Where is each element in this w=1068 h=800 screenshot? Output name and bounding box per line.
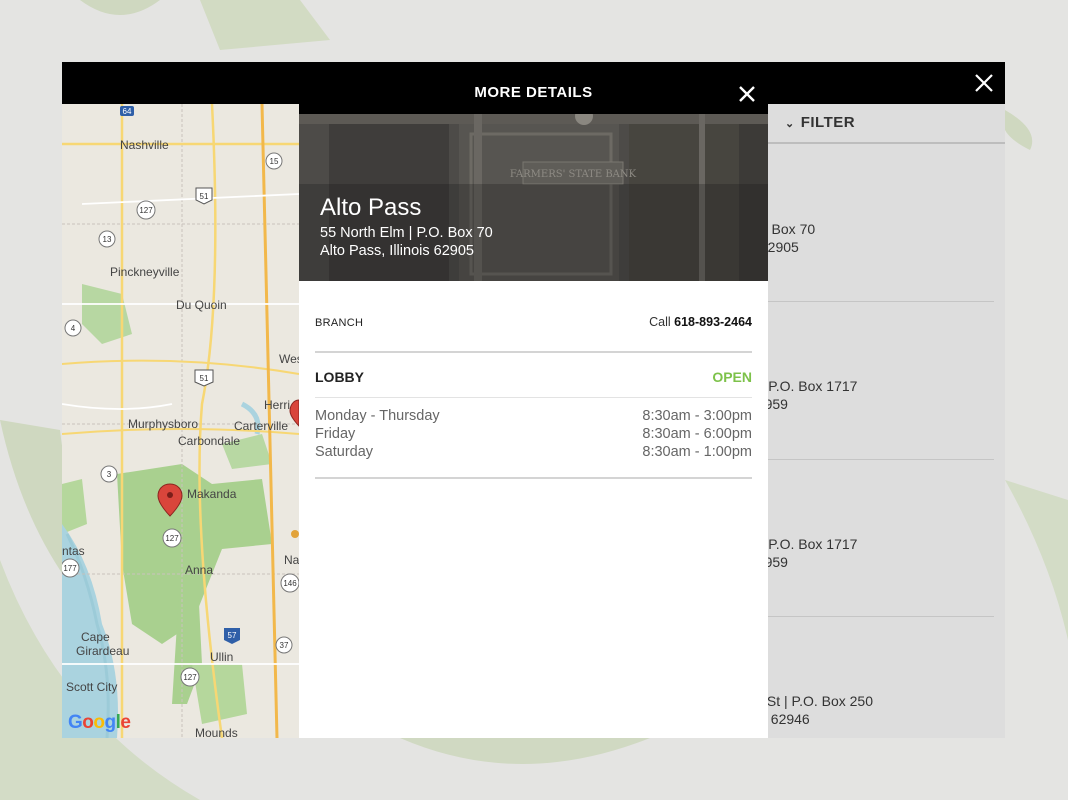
hours-day: Monday - Thursday	[315, 408, 440, 424]
branch-photo: FARMERS' STATE BANK Alto Pass 55 North E…	[299, 114, 768, 281]
svg-text:4: 4	[71, 324, 76, 333]
svg-text:3: 3	[107, 470, 112, 479]
hours-time: 8:30am - 6:00pm	[642, 426, 752, 442]
map-label: Mounds	[195, 726, 238, 738]
branch-address-line2: Alto Pass, Illinois 62905	[320, 243, 474, 259]
svg-text:177: 177	[63, 564, 77, 573]
map-label: ntas	[62, 544, 85, 558]
svg-text:127: 127	[183, 673, 197, 682]
svg-text:51: 51	[200, 192, 209, 201]
svg-text:127: 127	[165, 534, 179, 543]
hours-row: Saturday 8:30am - 1:00pm	[315, 444, 752, 462]
svg-text:146: 146	[283, 579, 297, 588]
hours-day: Saturday	[315, 444, 374, 460]
map-label: Makanda	[187, 487, 237, 501]
hours-day: Friday	[315, 426, 356, 442]
close-icon[interactable]	[736, 83, 758, 105]
map-label: Carterville	[234, 419, 289, 433]
lobby-status-badge: OPEN	[712, 369, 752, 385]
call-link[interactable]: Call 618-893-2464	[649, 315, 752, 329]
map-label: Girardeau	[76, 644, 130, 658]
lobby-label: LOBBY	[315, 369, 364, 385]
hours-time: 8:30am - 3:00pm	[642, 408, 752, 424]
map-label: Pinckneyville	[110, 265, 180, 279]
hours-time: 8:30am - 1:00pm	[642, 444, 752, 460]
svg-text:57: 57	[228, 631, 237, 640]
svg-text:13: 13	[103, 235, 112, 244]
map-label: Murphysboro	[128, 417, 199, 431]
svg-text:15: 15	[270, 157, 279, 166]
svg-text:37: 37	[280, 641, 289, 650]
svg-text:FARMERS' STATE BANK: FARMERS' STATE BANK	[510, 169, 637, 180]
close-icon[interactable]	[973, 72, 995, 94]
svg-text:127: 127	[139, 206, 153, 215]
branch-address-line1: 55 North Elm | P.O. Box 70	[320, 225, 493, 241]
map-label: Wes	[279, 352, 299, 366]
chevron-down-icon: ⌄	[785, 118, 795, 130]
divider	[315, 397, 752, 398]
filter-button[interactable]: ⌄ FILTER	[785, 114, 855, 131]
map-label: Anna	[185, 563, 214, 577]
modal-title: MORE DETAILS	[474, 84, 593, 101]
map-label: Cape	[81, 630, 110, 644]
details-modal: MORE DETAILS FARMERS' STATE BANK Alto Pa…	[299, 62, 768, 738]
hours-row: Monday - Thursday 8:30am - 3:00pm	[315, 408, 752, 426]
modal-header: MORE DETAILS	[299, 62, 768, 114]
call-prefix: Call	[649, 315, 671, 329]
map-label: Carbondale	[178, 434, 241, 448]
branch-name: Alto Pass	[320, 194, 422, 221]
google-logo: Google	[68, 712, 131, 733]
map-view[interactable]: 64 15 51 127 13 4 51 3 127 177 146 57 37…	[62, 104, 299, 738]
map-label: Du Quoin	[176, 298, 227, 312]
svg-text:64: 64	[123, 107, 132, 116]
filter-label: FILTER	[800, 114, 856, 131]
divider	[315, 351, 752, 353]
map-label: Scott City	[66, 680, 118, 694]
hours-row: Friday 8:30am - 6:00pm	[315, 426, 752, 444]
map-label: Herri	[264, 398, 290, 412]
svg-text:51: 51	[200, 374, 209, 383]
divider	[315, 477, 752, 479]
location-type-label: BRANCH	[315, 317, 364, 329]
map-label: Na	[284, 553, 299, 567]
map-label: Ullin	[210, 650, 234, 664]
map-label: Nashville	[120, 138, 169, 152]
phone-number[interactable]: 618-893-2464	[674, 315, 752, 329]
